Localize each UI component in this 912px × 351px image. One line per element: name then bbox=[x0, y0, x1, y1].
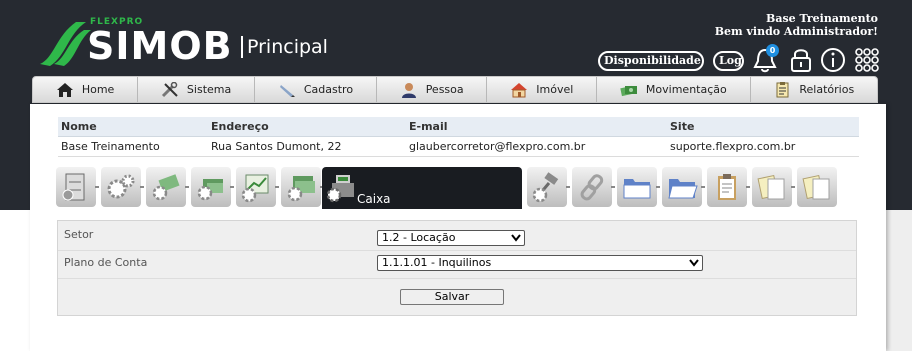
apps-grid-icon[interactable] bbox=[853, 46, 881, 74]
setor-value: 1.2 - Locação bbox=[382, 231, 456, 244]
papers-icon bbox=[757, 174, 785, 200]
header-endereco: Endereço bbox=[208, 117, 406, 137]
lock-icon[interactable] bbox=[787, 46, 815, 74]
cash-gear-icon bbox=[197, 179, 223, 201]
plano-label: Plano de Conta bbox=[64, 256, 148, 269]
menu-item-imovel[interactable]: Imóvel bbox=[487, 77, 598, 102]
header-email: E-mail bbox=[406, 117, 667, 137]
menu-label: Pessoa bbox=[425, 83, 464, 96]
tab-folder[interactable] bbox=[617, 167, 660, 209]
menu-item-sistema[interactable]: Sistema bbox=[138, 77, 256, 102]
gears-icon bbox=[107, 174, 135, 199]
pen-icon bbox=[279, 84, 295, 97]
tab-papers[interactable] bbox=[752, 167, 795, 209]
availability-button[interactable]: Disponibilidade bbox=[598, 51, 704, 71]
tab-chart-gear[interactable] bbox=[236, 167, 279, 209]
menu-label: Cadastro bbox=[303, 83, 354, 96]
menu-label: Movimentação bbox=[645, 83, 727, 96]
welcome-text: Bem vindo Administrador! bbox=[714, 25, 878, 38]
tab-link[interactable] bbox=[572, 167, 615, 209]
menu-label: Sistema bbox=[186, 83, 232, 96]
plano-select[interactable]: 1.1.1.01 - Inquilinos bbox=[377, 255, 703, 271]
table-header-row: Nome Endereço E-mail Site bbox=[58, 117, 859, 137]
bills-gear-icon bbox=[287, 176, 315, 202]
tab-money-gear[interactable] bbox=[146, 167, 189, 209]
tab-gears[interactable] bbox=[101, 167, 144, 209]
clipboard-icon bbox=[718, 174, 736, 200]
caixa-form: Setor 1.2 - Locação Plano de Conta 1.1.1… bbox=[57, 220, 857, 316]
menu-item-pessoa[interactable]: Pessoa bbox=[377, 77, 488, 102]
company-info-table: Nome Endereço E-mail Site Base Treinamen… bbox=[58, 117, 859, 157]
house-icon bbox=[511, 82, 528, 97]
folder-open-icon bbox=[668, 179, 698, 199]
link-gear-icon bbox=[580, 174, 604, 201]
person-icon bbox=[401, 82, 416, 98]
menu-label: Home bbox=[81, 83, 115, 96]
setor-label: Setor bbox=[64, 228, 94, 241]
log-button[interactable]: Log bbox=[713, 51, 744, 71]
gavel-gear-icon bbox=[532, 172, 559, 203]
table-row: Base Treinamento Rua Santos Dumont, 22 g… bbox=[58, 136, 859, 157]
simob-logo[interactable]: FLEXPRO SIMOB Principal bbox=[36, 14, 336, 70]
notification-badge: 0 bbox=[766, 44, 779, 57]
tab-caixa[interactable]: Caixa bbox=[322, 167, 522, 209]
header-nome: Nome bbox=[58, 117, 208, 137]
papers-icon-2 bbox=[802, 174, 830, 200]
folder-icon bbox=[623, 179, 651, 199]
tab-bills-gear[interactable] bbox=[281, 167, 324, 209]
menu-item-home[interactable]: Home bbox=[33, 77, 139, 102]
tab-cash-gear[interactable] bbox=[191, 167, 234, 209]
company-name: Base Treinamento bbox=[766, 12, 878, 25]
main-menu: Home Sistema Cadastro Pessoa Imóvel Movi… bbox=[32, 76, 878, 103]
plano-value: 1.1.1.01 - Inquilinos bbox=[382, 256, 492, 269]
menu-item-relatorios[interactable]: Relatórios bbox=[751, 77, 877, 102]
money-gear-icon bbox=[152, 174, 180, 201]
menu-label: Imóvel bbox=[536, 83, 574, 96]
setor-select[interactable]: 1.2 - Locação bbox=[377, 230, 525, 246]
tab-clipboard[interactable] bbox=[707, 167, 750, 209]
welcome-block: Base Treinamento Bem vindo Administrador… bbox=[715, 12, 878, 38]
page-gutter bbox=[882, 210, 912, 351]
menu-label: Relatórios bbox=[799, 83, 855, 96]
tab-folder-open[interactable] bbox=[662, 167, 705, 209]
tools-icon bbox=[161, 81, 178, 97]
menu-item-movimentacao[interactable]: Movimentação bbox=[597, 77, 751, 102]
money-icon bbox=[620, 85, 637, 96]
cell-site: suporte.flexpro.com.br bbox=[667, 136, 859, 157]
cell-nome: Base Treinamento bbox=[58, 136, 208, 157]
flexpro-swoosh-icon bbox=[40, 22, 91, 66]
menu-item-cadastro[interactable]: Cadastro bbox=[255, 77, 377, 102]
save-button[interactable]: Salvar bbox=[400, 289, 504, 305]
tab-cabinet[interactable] bbox=[56, 167, 99, 209]
header-site: Site bbox=[667, 117, 859, 137]
home-icon bbox=[56, 82, 73, 97]
chevron-down-icon bbox=[689, 259, 699, 267]
cell-email: glaubercorretor@flexpro.com.br bbox=[406, 136, 667, 157]
brand-section: Principal bbox=[241, 36, 328, 58]
brand-simob: SIMOB bbox=[87, 24, 233, 68]
report-icon bbox=[776, 81, 789, 97]
chevron-down-icon bbox=[511, 234, 521, 242]
cabinet-gear-icon bbox=[62, 173, 85, 201]
tab-papers-2[interactable] bbox=[797, 167, 837, 209]
chart-gear-icon bbox=[241, 174, 269, 203]
form-row-setor: Setor 1.2 - Locação bbox=[58, 221, 856, 251]
tab-gavel[interactable] bbox=[527, 167, 570, 209]
form-row-plano: Plano de Conta 1.1.1.01 - Inquilinos bbox=[58, 251, 856, 279]
cell-endereco: Rua Santos Dumont, 22 bbox=[208, 136, 406, 157]
cash-register-icon bbox=[326, 175, 354, 203]
info-icon[interactable] bbox=[819, 46, 847, 74]
tab-caixa-label: Caixa bbox=[357, 192, 391, 206]
